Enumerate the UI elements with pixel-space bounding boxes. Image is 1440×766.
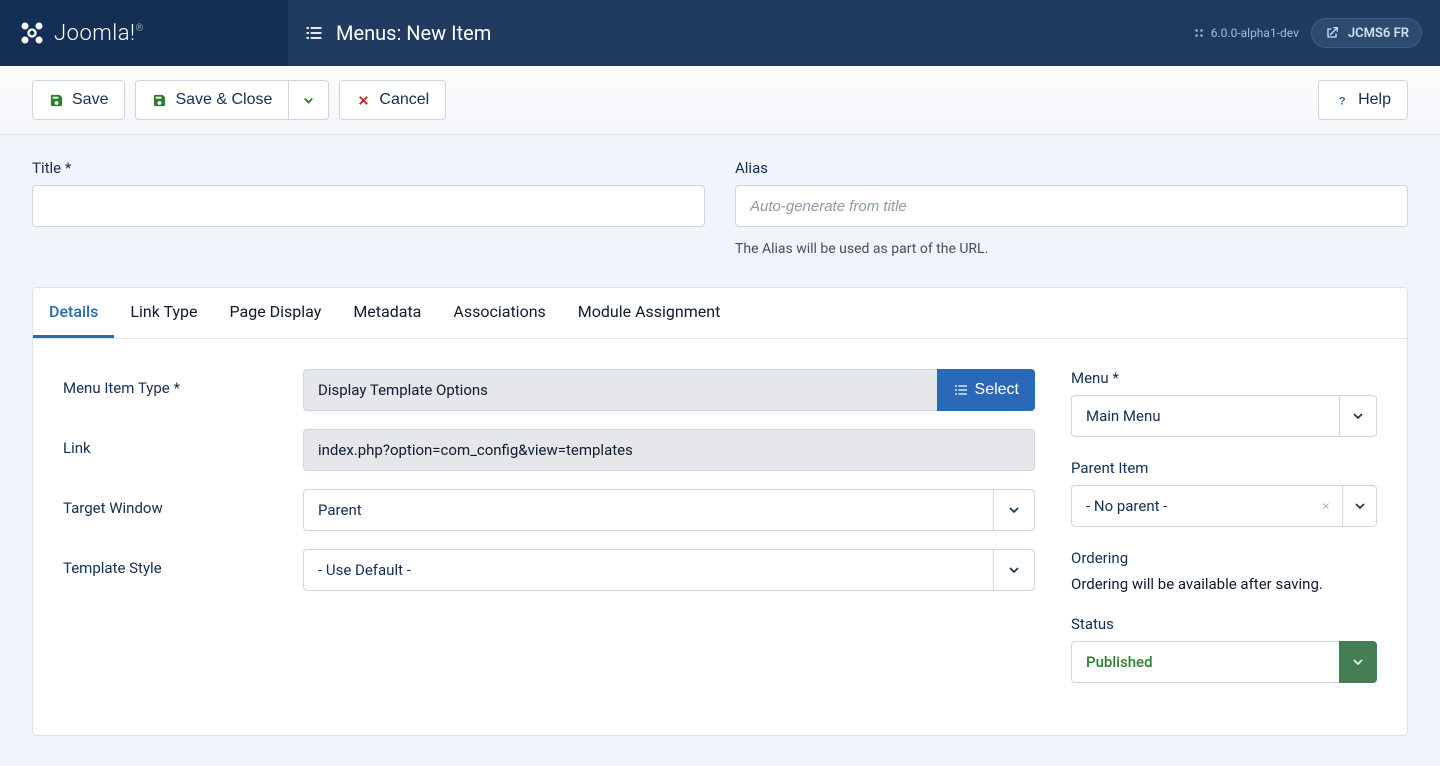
target-window-label: Target Window <box>63 489 303 517</box>
form-side: Menu * Main Menu Parent Item - No parent… <box>1071 369 1377 705</box>
tab-associations[interactable]: Associations <box>437 288 561 338</box>
user-badge[interactable]: JCMS6 FR <box>1311 18 1422 48</box>
chevron-down-icon <box>1339 395 1377 437</box>
chevron-down-icon <box>993 549 1035 591</box>
alias-input[interactable] <box>735 185 1408 227</box>
top-meta: 6.0.0-alpha1-dev JCMS6 FR <box>1193 18 1440 48</box>
toolbar: Save Save & Close Cancel ? Help <box>0 66 1440 135</box>
menu-block: Menu * Main Menu <box>1071 369 1377 437</box>
list-icon <box>953 382 969 398</box>
tab-details[interactable]: Details <box>33 288 114 338</box>
parent-item-block: Parent Item - No parent - <box>1071 459 1377 527</box>
save-button[interactable]: Save <box>32 80 125 120</box>
save-close-group: Save & Close <box>135 80 329 120</box>
svg-text:?: ? <box>1339 95 1346 107</box>
tab-module-assignment[interactable]: Module Assignment <box>562 288 737 338</box>
menu-label: Menu * <box>1071 369 1377 387</box>
external-link-icon <box>1324 25 1340 41</box>
template-style-label: Template Style <box>63 549 303 577</box>
save-icon <box>152 93 167 108</box>
alias-label: Alias <box>735 159 1408 177</box>
menu-item-type-row: Menu Item Type * Display Template Option… <box>63 369 1035 411</box>
brand[interactable]: Joomla!® <box>0 0 288 66</box>
parent-item-select[interactable]: - No parent - <box>1071 485 1377 527</box>
chevron-down-icon <box>993 489 1035 531</box>
cancel-button[interactable]: Cancel <box>339 80 446 120</box>
version-label[interactable]: 6.0.0-alpha1-dev <box>1193 26 1299 40</box>
status-block: Status Published <box>1071 615 1377 683</box>
alias-help: The Alias will be used as part of the UR… <box>735 241 1408 257</box>
form-main: Menu Item Type * Display Template Option… <box>63 369 1035 705</box>
close-icon <box>356 93 371 108</box>
status-select[interactable]: Published <box>1071 641 1377 683</box>
select-type-button[interactable]: Select <box>937 369 1035 411</box>
page-title: Menus: New Item <box>288 21 491 45</box>
menu-select[interactable]: Main Menu <box>1071 395 1377 437</box>
save-close-button[interactable]: Save & Close <box>135 80 288 120</box>
ordering-text: Ordering will be available after saving. <box>1071 575 1377 593</box>
tab-link-type[interactable]: Link Type <box>114 288 213 338</box>
tabs: Details Link Type Page Display Metadata … <box>33 288 1407 339</box>
alias-field-block: Alias The Alias will be used as part of … <box>735 159 1408 257</box>
chevron-down-icon <box>301 93 316 108</box>
title-field-block: Title * <box>32 159 705 257</box>
target-window-row: Target Window Parent <box>63 489 1035 531</box>
tab-body: Menu Item Type * Display Template Option… <box>33 339 1407 735</box>
details-panel: Details Link Type Page Display Metadata … <box>32 287 1408 736</box>
chevron-down-icon <box>1343 485 1377 527</box>
top-bar: Joomla!® Menus: New Item 6.0.0-alpha1-de… <box>0 0 1440 66</box>
tab-metadata[interactable]: Metadata <box>337 288 437 338</box>
ordering-label: Ordering <box>1071 549 1377 567</box>
title-input[interactable] <box>32 185 705 227</box>
parent-item-label: Parent Item <box>1071 459 1377 477</box>
link-row: Link index.php?option=com_config&view=te… <box>63 429 1035 471</box>
save-icon <box>49 93 64 108</box>
title-label: Title * <box>32 159 705 177</box>
joomla-small-icon <box>1193 27 1205 39</box>
clear-parent-button[interactable] <box>1310 485 1344 527</box>
template-style-row: Template Style - Use Default - <box>63 549 1035 591</box>
brand-text: Joomla!® <box>54 21 144 46</box>
tab-page-display[interactable]: Page Display <box>214 288 338 338</box>
save-close-dropdown[interactable] <box>288 80 329 120</box>
status-label: Status <box>1071 615 1377 633</box>
target-window-select[interactable]: Parent <box>303 489 1035 531</box>
link-value: index.php?option=com_config&view=templat… <box>303 429 1035 471</box>
list-icon <box>304 23 324 43</box>
ordering-block: Ordering Ordering will be available afte… <box>1071 549 1377 593</box>
head-fields: Title * Alias The Alias will be used as … <box>0 135 1440 287</box>
menu-item-type-value: Display Template Options <box>303 369 937 411</box>
joomla-logo-icon <box>18 19 46 47</box>
menu-item-type-label: Menu Item Type * <box>63 369 303 397</box>
chevron-down-icon <box>1339 641 1377 683</box>
template-style-select[interactable]: - Use Default - <box>303 549 1035 591</box>
help-button[interactable]: ? Help <box>1318 80 1408 120</box>
question-icon: ? <box>1335 93 1350 108</box>
link-label: Link <box>63 429 303 457</box>
